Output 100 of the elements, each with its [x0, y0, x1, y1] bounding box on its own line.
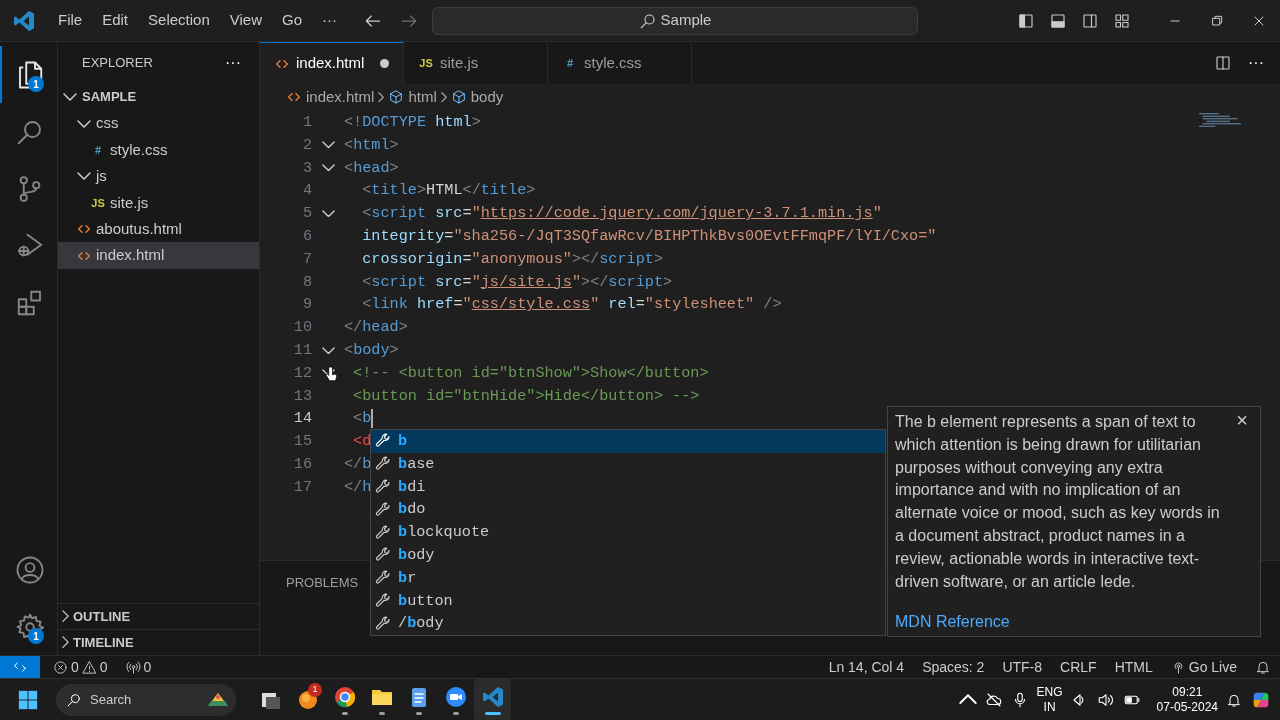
suggestion-item[interactable]: bdi — [371, 475, 885, 499]
line-number: 8 — [301, 271, 312, 293]
fold-chevron-icon[interactable] — [321, 141, 335, 149]
layout-grid-icon[interactable] — [1113, 11, 1131, 30]
tree-item[interactable]: SAMPLE — [58, 84, 259, 111]
tree-item[interactable]: js — [58, 163, 259, 190]
section-header[interactable]: OUTLINE — [58, 603, 259, 629]
line-number: 1 — [301, 112, 312, 133]
search-box[interactable]: Sample — [432, 6, 918, 35]
vscode-logo — [12, 8, 36, 33]
bell-icon[interactable] — [1255, 659, 1271, 675]
taskbar-button[interactable] — [474, 678, 511, 720]
suggestion-item[interactable]: button — [371, 589, 885, 613]
sidebar-toggle-icon[interactable] — [1017, 11, 1035, 30]
sidebar-title: EXPLORER — [82, 54, 153, 73]
suggestion-item[interactable]: br — [371, 566, 885, 590]
show-hidden-icon[interactable] — [958, 694, 977, 705]
code-line: </b — [344, 453, 372, 475]
code-line: <!DOCTYPE html> — [344, 112, 481, 133]
fold-chevron-icon[interactable] — [321, 209, 335, 218]
panel-tab[interactable]: PROBLEMS — [286, 575, 359, 590]
details-text: The b element represents a span of text to which attention is being drawn for utilitarian purposes without conveying any extra importance and with no implication of an alternate voice or mood, such as key words in a document abstract, product names in a review, actionable words in interactive text-driven software, or an article lede. — [895, 412, 1221, 592]
wrench-icon — [374, 478, 392, 496]
close-button[interactable]: × — [1230, 409, 1254, 431]
code-line: <head> — [344, 157, 399, 179]
error-icon — [53, 659, 68, 675]
reference-link[interactable]: MDN Reference — [895, 610, 1010, 635]
status-item[interactable]: HTML — [1105, 656, 1162, 678]
breadcrumb-item[interactable]: html — [388, 85, 437, 109]
suggestion-item[interactable]: blockquote — [371, 521, 885, 544]
start-icon[interactable] — [17, 688, 39, 711]
menu-item[interactable]: Edit — [92, 9, 139, 32]
tree-item[interactable]: # style.css — [58, 136, 259, 164]
js-file-icon: JS — [418, 55, 434, 72]
menu-item[interactable]: Selection — [138, 9, 220, 32]
line-number: 6 — [301, 226, 312, 247]
go-live-button[interactable]: Go Live — [1161, 656, 1246, 678]
menu-item[interactable]: ··· — [312, 9, 347, 32]
css-file-icon: # — [562, 55, 578, 72]
clock[interactable]: 09:21 07-05-2024 — [1156, 685, 1218, 714]
suggestion-item[interactable]: bdo — [371, 498, 885, 522]
wrench-icon — [374, 614, 392, 633]
editor-tab[interactable]: index.html — [260, 42, 404, 84]
js-file-icon: JS — [90, 194, 106, 211]
code-editor-icon — [480, 684, 505, 709]
line-number: 15 — [292, 431, 312, 453]
code-line: <b — [352, 408, 372, 430]
menu-item[interactable]: View — [219, 9, 272, 32]
line-number: 5 — [301, 203, 312, 225]
code-line: <script src="js/site.js"></script> — [361, 271, 673, 293]
tree-item[interactable]: JS site.js — [58, 189, 259, 216]
line-number: 13 — [292, 385, 312, 407]
notification-badge: 1 — [28, 76, 44, 92]
menu-item[interactable]: Go — [272, 9, 312, 32]
line-number: 16 — [292, 453, 312, 475]
chevron-icon — [378, 91, 385, 103]
status-item[interactable]: UTF-8 — [993, 656, 1052, 678]
tree-item[interactable]: index.html — [58, 242, 259, 269]
mouse-pointer-icon — [322, 365, 340, 383]
status-item[interactable]: Ln 14, Col 4 — [819, 656, 914, 678]
taskbar-button[interactable]: 1 — [289, 678, 326, 720]
more-actions-button[interactable]: ··· — [1248, 51, 1264, 75]
ports-button[interactable]: 0 — [116, 656, 161, 678]
line-number: 3 — [301, 157, 312, 179]
css-file-icon: # — [90, 141, 106, 159]
line-number: 11 — [292, 339, 312, 361]
breadcrumb-item[interactable]: index.html — [286, 85, 375, 109]
code-line: <link href="css/style.css" rel="stylesheet" /> — [361, 294, 782, 316]
suggestion-item[interactable]: body — [371, 544, 885, 567]
status-item[interactable]: Spaces: 2 — [913, 656, 994, 678]
line-number: 9 — [301, 294, 312, 316]
search-icon — [66, 691, 82, 708]
split-layout-icon[interactable] — [1081, 11, 1099, 30]
code-line: <script src="https://code.jquery.com/jquery-3.7.1.min.js" — [361, 203, 882, 225]
code-line: integrity="sha256-/JqT3SQfawRcv/BIHPThkBvs0OEvtFFmqPF/lYI/Cxo=" — [361, 226, 937, 247]
problems-button[interactable]: 0 0 — [44, 656, 117, 678]
notification-badge: 1 — [308, 682, 322, 697]
taskbar-search[interactable]: Search — [56, 683, 236, 716]
more-actions-button[interactable]: ··· — [225, 51, 241, 75]
warning-icon — [81, 659, 97, 675]
suggestion-item[interactable]: /body — [371, 612, 885, 636]
split-editor-icon[interactable] — [1214, 54, 1232, 72]
chevron-icon — [62, 636, 69, 649]
suggestion-item[interactable]: base — [371, 452, 885, 476]
account-icon[interactable] — [14, 554, 45, 585]
symbol-icon — [388, 89, 405, 105]
fold-chevron-icon[interactable] — [321, 164, 335, 172]
breadcrumb-item[interactable]: body — [450, 85, 504, 109]
suggestion-item[interactable]: b — [371, 430, 885, 453]
language-indicator[interactable]: ENG IN — [1036, 685, 1063, 714]
tree-item[interactable]: css — [58, 110, 259, 137]
tree-item[interactable]: aboutus.html — [58, 215, 259, 243]
code-line: <!-- <button id="btnShow">Show</button> — [352, 362, 709, 384]
panel-toggle-icon[interactable] — [1049, 11, 1067, 30]
antenna-icon — [125, 659, 141, 675]
menu-item[interactable]: File — [48, 9, 93, 32]
video-call-icon — [443, 684, 468, 709]
status-item[interactable]: CRLF — [1051, 656, 1106, 678]
code-line: <html> — [344, 134, 399, 156]
fold-chevron-icon[interactable] — [321, 346, 335, 355]
